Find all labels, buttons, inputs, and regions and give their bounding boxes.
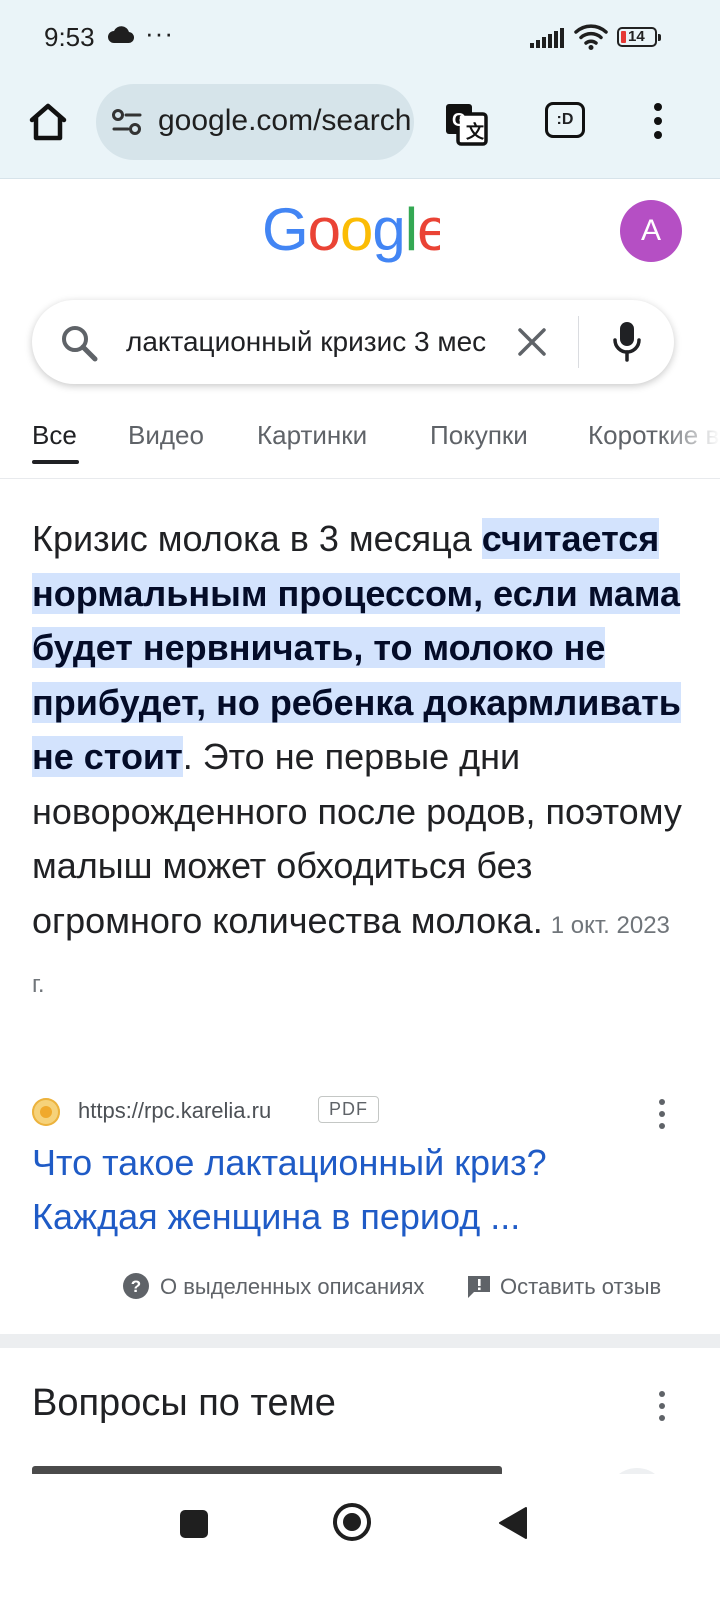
- more-vert-icon: [659, 1099, 665, 1129]
- site-favicon: [32, 1098, 60, 1126]
- more-notifications-icon: ···: [145, 18, 174, 48]
- home-icon: [29, 103, 67, 141]
- home-nav-button[interactable]: [333, 1503, 371, 1541]
- battery-level: 14: [628, 28, 645, 45]
- tab-images[interactable]: Картинки: [257, 420, 367, 451]
- translate-button[interactable]: G 文: [442, 100, 490, 148]
- back-button[interactable]: [498, 1506, 528, 1545]
- clear-search-icon[interactable]: [516, 326, 548, 363]
- address-bar[interactable]: google.com/search: [96, 84, 414, 160]
- cut-off-text: [32, 1466, 502, 1474]
- google-logo-image: Google: [262, 196, 451, 263]
- result-source[interactable]: https://rpc.karelia.ru PDF: [32, 1092, 682, 1132]
- help-icon[interactable]: ?: [122, 1272, 150, 1306]
- more-vert-icon: [659, 1391, 665, 1421]
- search-box[interactable]: лактационный кризис 3 месяца: [32, 300, 674, 384]
- svg-text:G: G: [452, 110, 466, 130]
- pdf-badge: PDF: [318, 1096, 379, 1123]
- translate-icon: G 文: [446, 104, 488, 146]
- search-tabs: Все Видео Картинки Покупки Короткие виде…: [0, 408, 720, 479]
- home-button[interactable]: [24, 98, 72, 146]
- account-avatar[interactable]: A: [620, 200, 682, 262]
- search-icon: [60, 324, 98, 367]
- cloud-icon: [108, 26, 135, 49]
- svg-text:Google: Google: [262, 198, 440, 263]
- related-question-peek: [32, 1460, 672, 1474]
- search-input[interactable]: лактационный кризис 3 месяца: [126, 326, 486, 358]
- related-more-button[interactable]: [654, 1390, 670, 1422]
- browser-menu-button[interactable]: [648, 102, 668, 142]
- svg-text:文: 文: [466, 121, 485, 143]
- snippet-feedback-row: ? О выделенных описаниях Оставить отзыв: [120, 1270, 680, 1306]
- result-url[interactable]: https://rpc.karelia.ru: [78, 1098, 271, 1124]
- browser-chrome: 9:53 ··· 14 google.com/search G 文:D: [0, 0, 720, 179]
- section-separator: [0, 1334, 720, 1348]
- more-vert-icon: [654, 103, 662, 139]
- recents-button[interactable]: [180, 1510, 208, 1538]
- result-title-link[interactable]: Что такое лактационный криз? Каждая женщ…: [32, 1136, 652, 1244]
- back-icon: [499, 1507, 527, 1539]
- tab-switcher-label: :D: [556, 111, 574, 128]
- google-logo[interactable]: Google: [262, 196, 451, 282]
- wifi-icon: [574, 24, 608, 55]
- tab-video[interactable]: Видео: [128, 420, 204, 451]
- expand-circle: [607, 1468, 667, 1474]
- address-text[interactable]: google.com/search: [158, 104, 411, 138]
- tab-switcher-button[interactable]: :D: [545, 102, 585, 138]
- result-title-text[interactable]: Что такое лактационный криз? Каждая женщ…: [32, 1142, 547, 1237]
- active-tab-indicator: [32, 460, 79, 464]
- feedback-icon[interactable]: [466, 1274, 492, 1306]
- status-bar: 9:53 ··· 14: [0, 0, 720, 78]
- tab-all[interactable]: Все: [32, 420, 77, 451]
- site-settings-icon[interactable]: [112, 108, 142, 141]
- status-time: 9:53: [44, 22, 95, 52]
- about-snippets-link[interactable]: О выделенных описаниях: [160, 1274, 424, 1300]
- signal-icon: [530, 28, 566, 53]
- search-divider: [578, 316, 579, 368]
- voice-search-icon[interactable]: [612, 320, 642, 369]
- svg-text:?: ?: [131, 1277, 141, 1296]
- system-nav-bar: [0, 1478, 720, 1600]
- tabs-fade: [660, 408, 720, 478]
- result-more-button[interactable]: [654, 1098, 670, 1130]
- leave-feedback-link[interactable]: Оставить отзыв: [500, 1274, 661, 1300]
- related-questions-title: Вопросы по теме: [32, 1382, 336, 1424]
- tab-shopping[interactable]: Покупки: [430, 420, 528, 451]
- featured-snippet: Кризис молока в 3 месяца считается норма…: [32, 512, 682, 1013]
- snippet-lead: Кризис молока в 3 месяца: [32, 518, 482, 559]
- battery-icon: 14: [617, 27, 661, 47]
